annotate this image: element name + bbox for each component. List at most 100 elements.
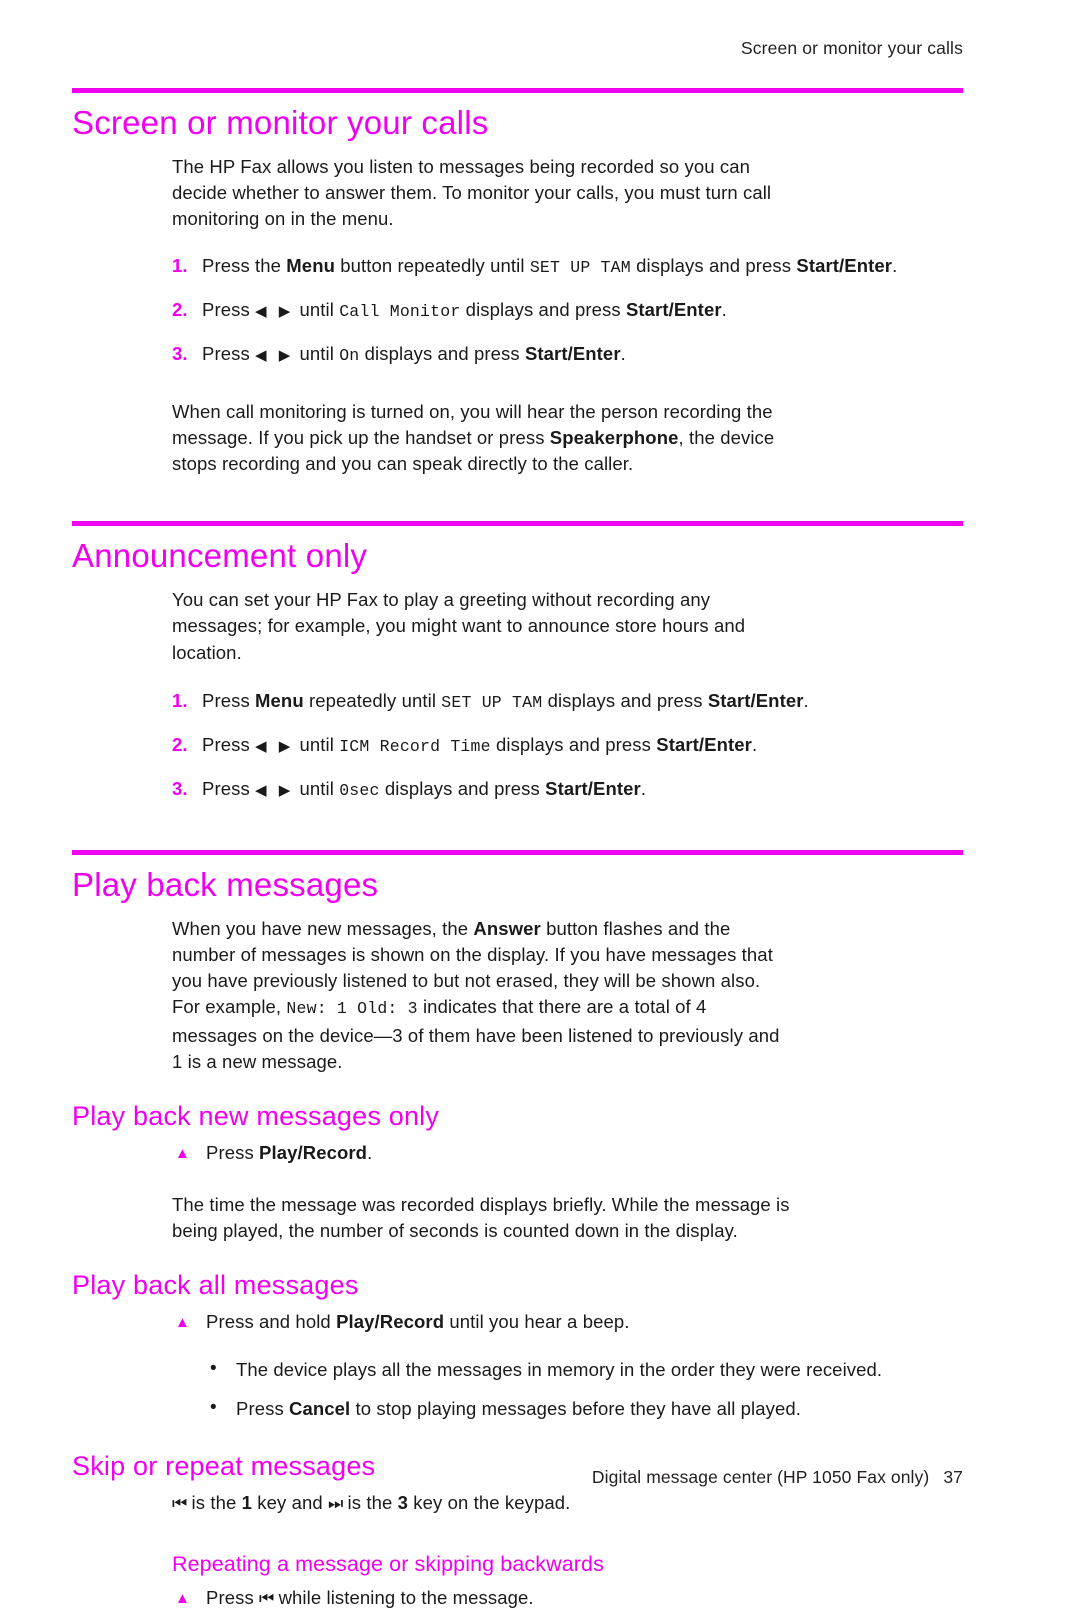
step-text-pre: Press bbox=[206, 1587, 260, 1609]
triangle-bullet-icon: ▲ bbox=[175, 1314, 190, 1332]
step-text-post: . bbox=[721, 298, 727, 320]
step-text-pre: Press bbox=[202, 342, 256, 364]
step-text-mid2: displays and press bbox=[490, 733, 657, 755]
intro-a: When you have new messages, the bbox=[172, 917, 474, 939]
triangle-step-item: ▲ Press and hold Play/Record until you he… bbox=[172, 1309, 1080, 1335]
bullet-bold-cancel: Cancel bbox=[289, 1398, 351, 1420]
step-text-post: . bbox=[367, 1141, 373, 1163]
step-text-mid2: displays and press bbox=[460, 298, 626, 320]
step-display-text: On bbox=[339, 345, 360, 365]
step-text-mid1: repeatedly until bbox=[303, 689, 442, 711]
round-bullet-icon: • bbox=[210, 1358, 217, 1380]
skip-back-icon: ⏮ bbox=[172, 1494, 187, 1514]
step-text-mid1: until bbox=[294, 733, 340, 755]
step-item: 1. Press Menu repeatedly until SET UP TAM… bbox=[172, 688, 1080, 716]
arrow-keys-icon: ◀ ▶ bbox=[255, 737, 295, 755]
step-text-mid1: button repeatedly until bbox=[335, 254, 530, 276]
step-text-post: . bbox=[892, 254, 898, 276]
list-item: • The device plays all the messages in me… bbox=[208, 1357, 1080, 1383]
playback-all-bullet-list: • The device plays all the messages in me… bbox=[0, 1357, 1080, 1422]
step-number: 3. bbox=[172, 342, 188, 364]
numbered-steps-list: 1. Press the Menu button repeatedly until… bbox=[0, 253, 1080, 369]
triangle-bullet-icon: ▲ bbox=[175, 1590, 190, 1608]
running-head: Screen or monitor your calls bbox=[740, 38, 963, 58]
step-number: 3. bbox=[172, 777, 188, 799]
triangle-step-item: ▲ Press Play/Record. bbox=[172, 1140, 1080, 1166]
page-number: 37 bbox=[943, 1467, 963, 1487]
step-bold-startenter: Start/Enter bbox=[656, 733, 752, 755]
skip-keys-line: ⏮ is the 1 key and ⏭ is the 3 key on the… bbox=[0, 1490, 790, 1517]
section-intro-paragraph: The HP Fax allows you listen to messages… bbox=[172, 155, 772, 230]
step-bold-startenter: Start/Enter bbox=[625, 298, 722, 320]
step-text-pre: Press bbox=[202, 733, 256, 755]
step-text-mid2: displays and press bbox=[542, 689, 708, 711]
step-number: 1. bbox=[172, 689, 188, 711]
document-page: Screen or monitor your calls Screen or m… bbox=[0, 0, 1080, 1608]
skip-line-c: is the bbox=[342, 1492, 398, 1514]
arrow-keys-icon: ◀ ▶ bbox=[255, 346, 295, 364]
section-outro-paragraph: When call monitoring is turned on, you w… bbox=[0, 399, 790, 478]
arrow-keys-icon: ◀ ▶ bbox=[255, 781, 295, 799]
step-text-post: . bbox=[751, 733, 758, 755]
numbered-steps-list: 1. Press Menu repeatedly until SET UP TAM… bbox=[0, 688, 1080, 804]
key-label-1: 1 bbox=[241, 1492, 253, 1514]
playback-new-note: The time the message was recorded displa… bbox=[172, 1193, 790, 1242]
intro-bold-answer: Answer bbox=[473, 917, 541, 939]
step-display-text: SET UP TAM bbox=[529, 257, 631, 277]
section-play-back-messages: Play back messages When you have new mes… bbox=[0, 849, 1080, 1612]
step-bold-startenter: Start/Enter bbox=[707, 689, 804, 711]
section-heading: Play back messages bbox=[72, 865, 379, 903]
step-text-mid1: until bbox=[294, 342, 340, 364]
footer-text: Digital message center (HP 1050 Fax only… bbox=[591, 1467, 930, 1487]
step-number: 2. bbox=[172, 298, 188, 320]
intro-display-text: New: 1 Old: 3 bbox=[286, 999, 418, 1019]
step-text-post: while listening to the message. bbox=[273, 1587, 534, 1609]
step-bold-playrecord: Play/Record bbox=[336, 1311, 445, 1333]
arrow-keys-icon: ◀ ▶ bbox=[255, 302, 295, 320]
step-bold-startenter: Start/Enter bbox=[545, 777, 641, 799]
step-text-pre: Press bbox=[206, 1141, 260, 1163]
bullet-text-pre: The device plays all the messages in mem… bbox=[236, 1359, 883, 1381]
step-display-text: ICM Record Time bbox=[339, 736, 491, 756]
step-text-mid2: displays and press bbox=[379, 777, 546, 799]
step-bold-startenter: Start/Enter bbox=[796, 254, 893, 276]
step-bold-playrecord: Play/Record bbox=[259, 1141, 368, 1163]
section-intro-paragraph: You can set your HP Fax to play a greeti… bbox=[172, 589, 746, 663]
section-heading: Announcement only bbox=[72, 537, 368, 575]
step-number: 2. bbox=[172, 733, 188, 755]
triangle-bullet-icon: ▲ bbox=[175, 1144, 190, 1162]
skip-back-icon: ⏮ bbox=[259, 1589, 274, 1609]
step-display-text: 0sec bbox=[339, 780, 380, 800]
skip-line-d: key on the keypad. bbox=[408, 1492, 571, 1514]
step-text-mid1: until bbox=[294, 777, 340, 799]
section-announcement-only: Announcement only You can set your HP Fa… bbox=[0, 521, 1080, 804]
step-text-pre: Press and hold bbox=[206, 1311, 337, 1333]
step-item: 2. Press ◀ ▶ until ICM Record Time displa… bbox=[172, 732, 1080, 760]
step-text-post: . bbox=[640, 777, 647, 799]
list-item: • Press Cancel to stop playing messages b… bbox=[208, 1396, 1080, 1422]
step-bold-startenter: Start/Enter bbox=[524, 342, 621, 364]
step-text-post: . bbox=[620, 342, 626, 364]
playback-intro-paragraph: When you have new messages, the Answer b… bbox=[0, 916, 790, 1075]
sub-subsection-heading-repeating-a-message: Repeating a message or skipping backward… bbox=[172, 1551, 604, 1576]
step-item: 1. Press the Menu button repeatedly until… bbox=[172, 253, 1080, 281]
step-text-mid2: displays and press bbox=[359, 342, 525, 364]
section-screen-or-monitor-your-calls: Screen or monitor your calls The HP Fax … bbox=[0, 88, 1080, 477]
outro-bold-speakerphone: Speakerphone bbox=[549, 426, 679, 448]
step-text-pre: Press bbox=[202, 298, 256, 320]
step-text-mid1: until bbox=[294, 298, 340, 320]
step-display-text: SET UP TAM bbox=[441, 692, 543, 712]
step-item: 2. Press ◀ ▶ until Call Monitor displays … bbox=[172, 297, 1080, 325]
step-bold-menu: Menu bbox=[255, 689, 304, 711]
step-text-post: until you hear a beep. bbox=[444, 1311, 630, 1333]
skip-line-b: key and bbox=[252, 1492, 328, 1514]
step-text-pre: Press bbox=[202, 689, 256, 711]
bullet-text-pre: Press bbox=[236, 1398, 290, 1420]
page-footer: Digital message center (HP 1050 Fax only… bbox=[0, 1467, 963, 1488]
subsection-heading-play-back-new-messages-only: Play back new messages only bbox=[72, 1100, 440, 1131]
step-text-pre: Press the bbox=[202, 254, 287, 276]
step-bold-menu: Menu bbox=[286, 254, 335, 276]
step-item: 3. Press ◀ ▶ until 0sec displays and pres… bbox=[172, 776, 1080, 804]
subsection-heading-play-back-all-messages: Play back all messages bbox=[72, 1270, 359, 1301]
section-heading: Screen or monitor your calls bbox=[72, 104, 489, 141]
